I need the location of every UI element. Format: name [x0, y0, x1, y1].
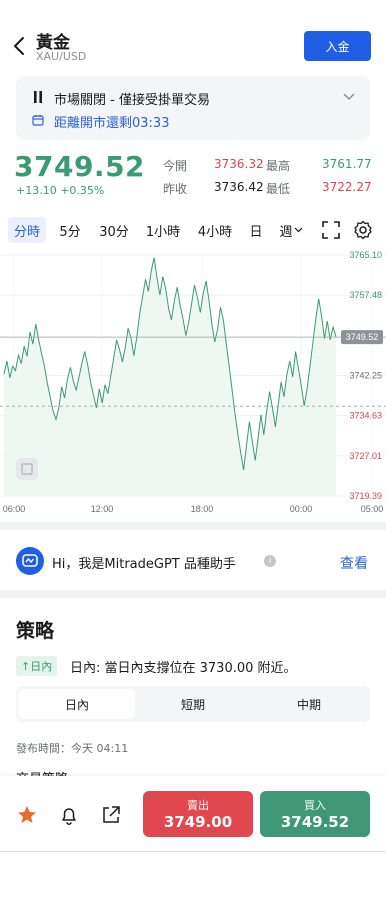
buy-button[interactable]: 買入 3749.52	[260, 791, 370, 837]
timeframe-tab[interactable]: 4小時	[192, 217, 238, 243]
deposit-button[interactable]: 入金	[304, 31, 371, 61]
chevron-down-icon[interactable]	[342, 92, 356, 102]
x-tick-label: 18:00	[191, 504, 214, 514]
favorite-star-icon[interactable]	[16, 804, 38, 826]
current-price-tag-text: 3749.52	[346, 332, 379, 342]
sell-label: 賣出	[187, 799, 209, 812]
pause-icon	[34, 91, 42, 103]
price-alert-bell-icon[interactable]	[58, 804, 80, 826]
sell-button[interactable]: 賣出 3749.00	[143, 791, 253, 837]
x-tick-label: 05:00	[361, 504, 384, 514]
sell-price: 3749.00	[163, 813, 233, 831]
x-tick-label: 00:00	[290, 504, 313, 514]
mitradegpt-banner[interactable]: Hi，我是MitradeGPT 品種助手 i 查看	[0, 536, 386, 588]
settings-gear-icon[interactable]	[353, 220, 373, 240]
prev-close-label: 昨收	[163, 182, 188, 196]
low-value: 3722.27	[322, 180, 372, 194]
fullscreen-icon[interactable]	[321, 220, 341, 240]
y-tick-label: 3765.10	[349, 250, 382, 260]
tab-mid-term[interactable]: 中期	[251, 689, 367, 719]
timeframe-tab[interactable]: 分時	[8, 217, 46, 243]
timeframe-tab[interactable]: 1小時	[140, 217, 186, 243]
share-icon[interactable]	[100, 804, 122, 826]
buy-label: 買入	[304, 799, 326, 812]
open-label: 今開	[163, 159, 188, 173]
high-value: 3761.77	[322, 157, 372, 171]
timeframe-bar: 分時 5分 30分 1小時 4小時 日 週	[0, 212, 386, 246]
tab-intraday[interactable]: 日內	[19, 689, 135, 719]
watermark-icon	[16, 458, 38, 480]
price-change: +13.10 +0.35%	[16, 184, 105, 197]
timeframe-tab[interactable]: 日	[244, 217, 268, 243]
section-divider	[0, 522, 386, 530]
header: 黃金 XAU/USD 入金	[0, 0, 386, 72]
tab-short-term[interactable]: 短期	[135, 689, 251, 719]
high-label: 最高	[266, 159, 291, 173]
market-status-text: 市場關閉 - 僅接受掛單交易	[54, 93, 210, 108]
y-tick-label: 3727.01	[349, 451, 382, 461]
back-arrow-icon[interactable]	[10, 34, 30, 58]
section-divider	[0, 590, 386, 598]
prev-close-value: 3736.42	[214, 180, 264, 194]
timeframe-tab[interactable]: 5分	[52, 217, 88, 243]
market-status-panel[interactable]: 市場關閉 - 僅接受掛單交易 距離開市還剩03:33	[16, 76, 370, 140]
open-value: 3736.32	[214, 157, 264, 171]
price-chart[interactable]: 3765.10 3757.48 3742.25 3734.63 3727.01 3719.…	[0, 250, 386, 520]
x-tick-label: 12:00	[91, 504, 114, 514]
low-label: 最低	[266, 182, 291, 196]
bottom-action-bar: 賣出 3749.00 買入 3749.52	[0, 776, 386, 852]
timeframe-tab-week[interactable]: 週	[278, 217, 304, 243]
view-assistant-link[interactable]: 查看	[340, 553, 368, 573]
calendar-icon	[32, 115, 44, 126]
y-tick-label: 3719.39	[349, 491, 382, 501]
strategy-heading: 策略	[16, 620, 55, 642]
week-label: 週	[279, 224, 293, 240]
symbol-subtitle: XAU/USD	[36, 50, 87, 63]
publish-time: 發布時間：今天 04:11	[16, 742, 129, 755]
mitradegpt-greeting: Hi，我是MitradeGPT 品種助手	[52, 557, 236, 572]
timeframe-tab[interactable]: 30分	[94, 217, 134, 243]
current-price: 3749.52	[14, 150, 146, 183]
chevron-down-icon	[294, 227, 302, 233]
strategy-tabs: 日內 短期 中期	[16, 686, 370, 722]
x-tick-label: 06:00	[3, 504, 26, 514]
y-tick-label: 3742.25	[349, 370, 382, 380]
strategy-summary: 日內: 當日內支撐位在 3730.00 附近。	[70, 661, 297, 676]
intraday-trend-badge: ↑日內	[16, 656, 58, 676]
market-open-countdown: 距離開市還剩03:33	[54, 116, 170, 131]
y-tick-label: 3757.48	[349, 290, 382, 300]
buy-price: 3749.52	[280, 813, 350, 831]
y-tick-label: 3734.63	[349, 411, 382, 421]
info-icon[interactable]: i	[264, 555, 276, 567]
mitradegpt-logo-icon	[16, 547, 44, 575]
